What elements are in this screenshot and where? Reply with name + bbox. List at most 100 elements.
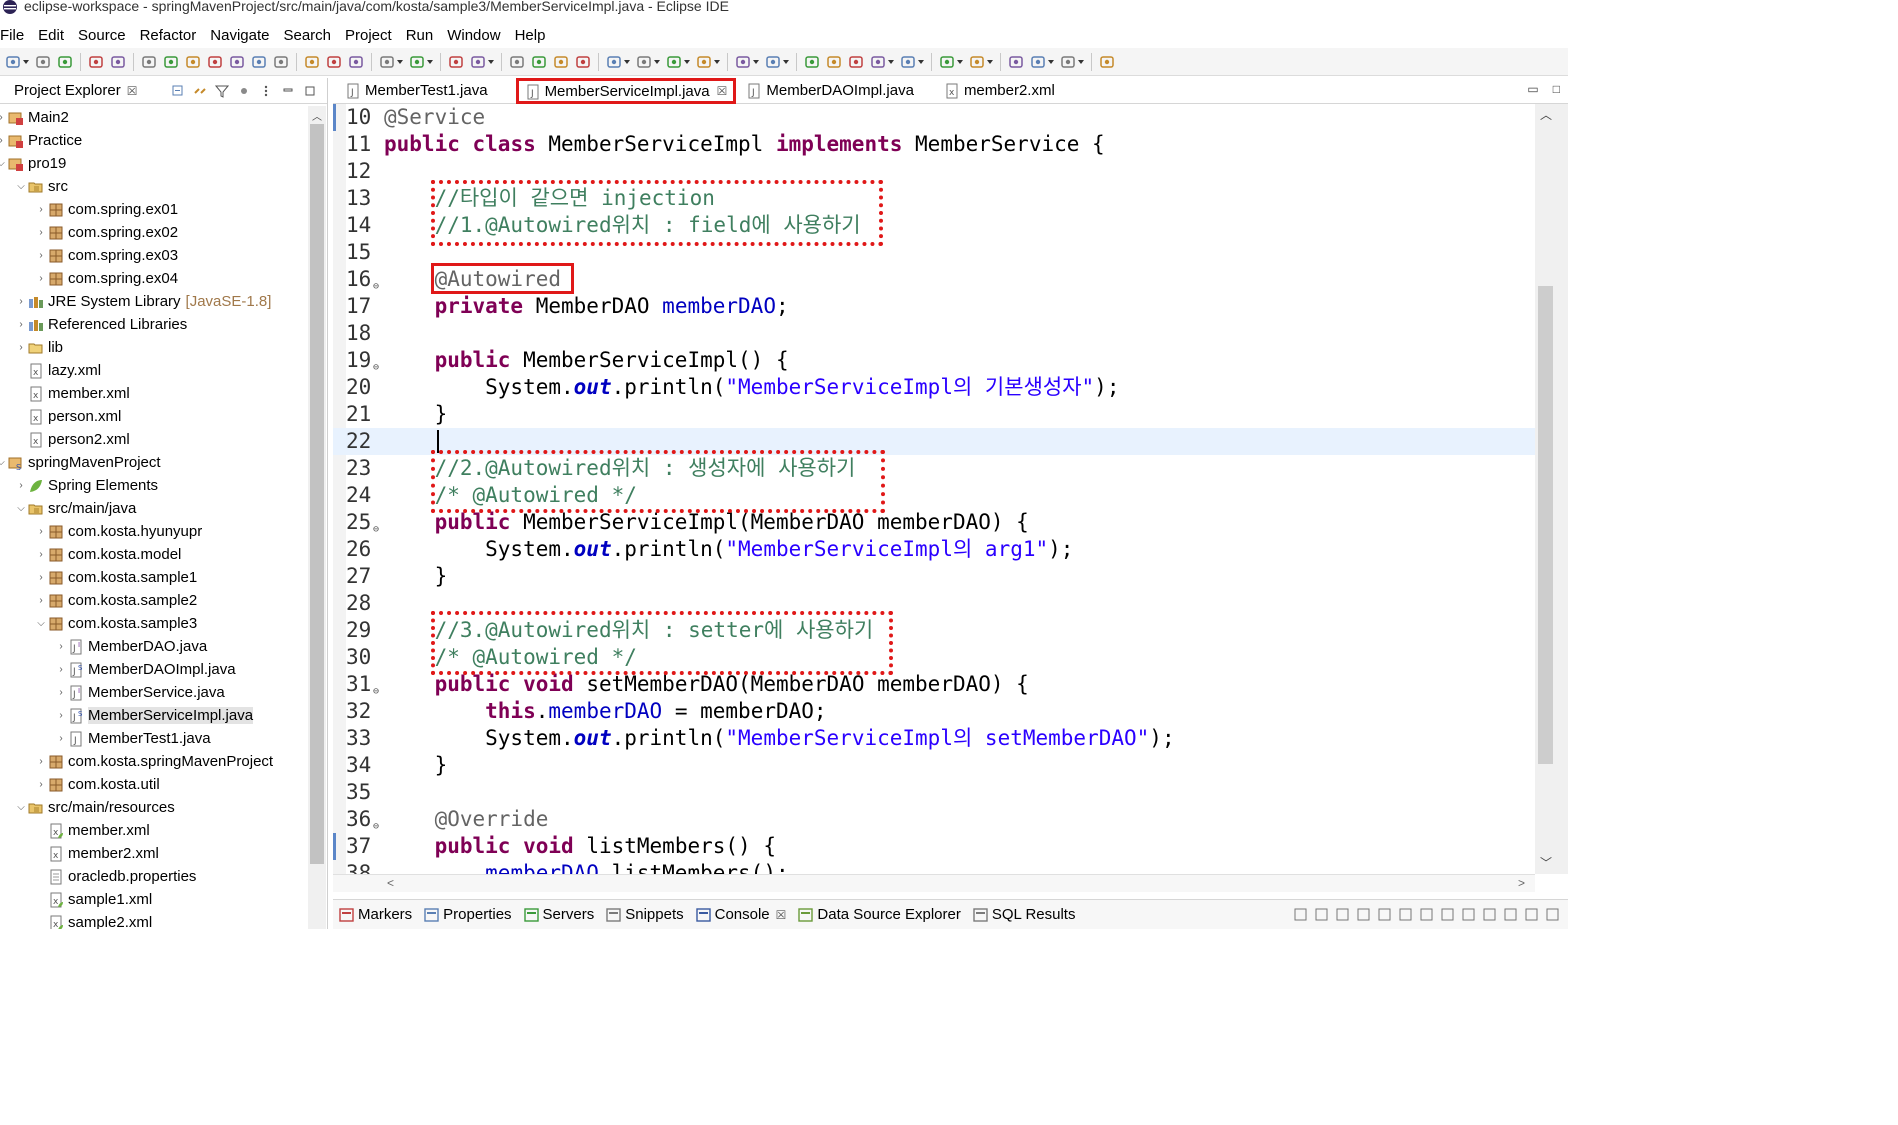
tree-item[interactable]: ⌵ src/main/java <box>14 497 136 520</box>
tree-item[interactable]: › JRE System Library [JavaSE-1.8] <box>14 290 271 313</box>
chevron-right-icon[interactable]: › <box>34 204 48 215</box>
chevron-right-icon[interactable]: › <box>14 480 28 491</box>
code-line[interactable]: 23 //2.@Autowired위치 : 생성자에 사용하기 <box>333 455 1535 482</box>
tree-item[interactable]: › com.kosta.util <box>34 773 159 796</box>
tree-item[interactable]: › J S MemberServiceImpl.java <box>54 704 254 727</box>
toggle-mark-occurrences-icon[interactable] <box>509 54 525 70</box>
tree-item[interactable]: › com.spring.ex04 <box>34 267 178 290</box>
ant-icon[interactable] <box>765 54 789 70</box>
code-line[interactable]: 25 ⊖ public MemberServiceImpl(MemberDAO m… <box>333 509 1535 536</box>
code-line[interactable]: 22 <box>333 428 1535 455</box>
chevron-right-icon[interactable]: › <box>0 112 8 123</box>
code-line[interactable]: 34 } <box>333 752 1535 779</box>
editor-horizontal-scrollbar[interactable]: < > <box>333 874 1535 892</box>
open-resource-icon[interactable] <box>848 54 864 70</box>
terminate-icon[interactable] <box>185 54 201 70</box>
minimize-icon[interactable] <box>1524 907 1539 922</box>
tree-item[interactable]: › J MemberTest1.java <box>54 727 210 750</box>
chevron-right-icon[interactable]: › <box>34 572 48 583</box>
tree-item[interactable]: › J I MemberService.java <box>54 681 224 704</box>
code-line[interactable]: 33 System.out.println("MemberServiceImpl… <box>333 725 1535 752</box>
tree-item[interactable]: ⌵ src/main/resources <box>14 796 175 819</box>
refresh-icon[interactable] <box>348 54 364 70</box>
editor-tab[interactable]: x member2.xml <box>936 78 1063 103</box>
close-icon[interactable]: ☒ <box>127 84 138 98</box>
maximize-icon[interactable]: □ <box>1553 82 1560 96</box>
chevron-right-icon[interactable]: › <box>34 227 48 238</box>
code-line[interactable]: 29 //3.@Autowired위치 : setter에 사용하기 <box>333 617 1535 644</box>
tree-item[interactable]: x sample2.xml <box>34 911 152 929</box>
tree-item[interactable]: ⌵ src <box>14 175 68 198</box>
chevron-down-icon[interactable]: ⌵ <box>14 181 28 192</box>
code-area[interactable]: 10 @Service 11 public class MemberServiceIm… <box>333 104 1568 874</box>
step-return-icon[interactable] <box>273 54 289 70</box>
save-all-icon[interactable] <box>57 54 73 70</box>
open-console-icon[interactable] <box>1503 907 1518 922</box>
project-explorer-title[interactable]: Project Explorer <box>14 82 121 99</box>
view-menu-icon[interactable] <box>259 84 273 98</box>
chevron-down-icon[interactable]: ﹀ <box>1540 854 1552 871</box>
coverage-icon[interactable] <box>666 54 690 70</box>
chevron-right-icon[interactable]: › <box>54 687 68 698</box>
tree-item[interactable]: › Referenced Libraries <box>14 313 187 336</box>
menu-project[interactable]: Project <box>338 27 399 44</box>
code-line[interactable]: 15 <box>333 239 1535 266</box>
code-line[interactable]: 20 System.out.println("MemberServiceImpl… <box>333 374 1535 401</box>
code-line[interactable]: 21 } <box>333 401 1535 428</box>
code-line[interactable]: 27 } <box>333 563 1535 590</box>
code-line[interactable]: 12 <box>333 158 1535 185</box>
tree-item[interactable]: › com.kosta.sample2 <box>34 589 197 612</box>
code-line[interactable]: 17 private MemberDAO memberDAO; <box>333 293 1535 320</box>
tree-item[interactable]: › com.spring.ex03 <box>34 244 178 267</box>
disconnect-icon[interactable] <box>207 54 223 70</box>
menu-search[interactable]: Search <box>276 27 338 44</box>
tree-item[interactable]: › lib <box>14 336 63 359</box>
use-step-filters-icon[interactable] <box>326 54 342 70</box>
debug-icon[interactable] <box>606 54 630 70</box>
tree-item[interactable]: x sample1.xml <box>34 888 152 911</box>
run-icon[interactable] <box>636 54 660 70</box>
block-selection-icon[interactable] <box>553 54 569 70</box>
tree-item[interactable]: › Practice <box>0 129 82 152</box>
editor-tab[interactable]: J MemberTest1.java <box>337 78 496 103</box>
external-tools-icon[interactable] <box>696 54 720 70</box>
link-with-editor-icon[interactable] <box>193 84 207 98</box>
chevron-right-icon[interactable]: › <box>54 664 68 675</box>
chevron-right-icon[interactable]: › <box>34 526 48 537</box>
editor-tab[interactable]: J MemberServiceImpl.java ☒ <box>515 78 737 104</box>
editor-vertical-scrollbar[interactable]: ︿ ﹀ <box>1535 104 1568 874</box>
bottom-tab-data-source-explorer[interactable]: Data Source Explorer <box>792 906 966 923</box>
minimize-icon[interactable] <box>281 84 295 98</box>
folder-open-icon[interactable] <box>900 54 924 70</box>
menu-navigate[interactable]: Navigate <box>203 27 276 44</box>
code-line[interactable]: 32 this.memberDAO = memberDAO; <box>333 698 1535 725</box>
code-line[interactable]: 13 //타입이 같으면 injection <box>333 185 1535 212</box>
highlight-icon[interactable] <box>531 54 547 70</box>
show-on-error-icon[interactable] <box>1440 907 1455 922</box>
tree-item[interactable]: x person.xml <box>14 405 121 428</box>
pin-console-icon[interactable] <box>1461 907 1476 922</box>
code-line[interactable]: 35 <box>333 779 1535 806</box>
forward-icon[interactable] <box>1060 54 1084 70</box>
show-whitespace-icon[interactable] <box>575 54 591 70</box>
bottom-tab-sql-results[interactable]: SQL Results <box>967 906 1082 923</box>
last-edit-icon[interactable] <box>1008 54 1024 70</box>
tree-item[interactable]: › Main2 <box>0 106 69 129</box>
code-line[interactable]: 10 @Service <box>333 104 1535 131</box>
web-browser-icon[interactable] <box>448 54 464 70</box>
code-line[interactable]: 26 System.out.println("MemberServiceImpl… <box>333 536 1535 563</box>
save-icon[interactable] <box>35 54 51 70</box>
tree-item[interactable]: oracledb.properties <box>34 865 196 888</box>
terminal-icon[interactable] <box>88 54 104 70</box>
tree-item[interactable]: › com.kosta.hyunyupr <box>34 520 202 543</box>
pin-icon[interactable] <box>870 54 894 70</box>
code-line[interactable]: 18 <box>333 320 1535 347</box>
menu-refactor[interactable]: Refactor <box>133 27 204 44</box>
code-line[interactable]: 11 public class MemberServiceImpl impleme… <box>333 131 1535 158</box>
code-line[interactable]: 31 ⊖ public void setMemberDAO(MemberDAO m… <box>333 671 1535 698</box>
previous-annotation-icon[interactable] <box>969 54 993 70</box>
menu-file[interactable]: File <box>0 27 31 44</box>
spring-icon[interactable] <box>804 54 820 70</box>
show-on-output-icon[interactable] <box>1419 907 1434 922</box>
search-icon[interactable] <box>470 54 494 70</box>
